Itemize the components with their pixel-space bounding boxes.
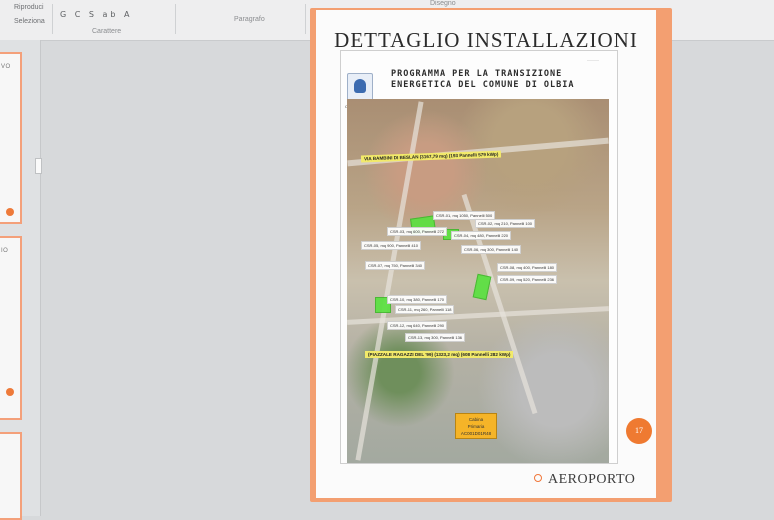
installation-label: CSR-02, mq 210, Pannelli 100 — [475, 219, 536, 228]
cabina-primaria-marker: Cabina Primaria AC001D01R48 — [455, 413, 497, 439]
thumbnail-label: IO — [1, 248, 9, 254]
installation-label: CSR-03, mq 600, Pannelli 272 — [387, 227, 448, 236]
installation-label: CSR-04, mq 480, Pannelli 220 — [451, 231, 512, 240]
thumbnail-label: VO — [1, 64, 11, 70]
aerial-map: VIA BAMBINI DI BESLAN (3167,79 mq) (193 … — [347, 99, 609, 463]
pane-splitter-handle[interactable] — [35, 158, 42, 174]
group-label-carattere: Carattere — [92, 28, 122, 35]
cabina-line2: Primaria — [467, 424, 485, 429]
installation-label: CSR-11, mq 260, Pannelli 118 — [395, 305, 455, 314]
group-label-disegno: Disegno — [430, 0, 456, 7]
footer-label: AEROPORTO — [548, 472, 636, 487]
installation-label: CSR-12, mq 640, Pannelli 290 — [387, 321, 448, 330]
slide-footer: AEROPORTO — [534, 472, 635, 488]
slide-thumbnail[interactable] — [0, 432, 22, 520]
ribbon-separator — [52, 4, 53, 34]
ribbon-separator — [305, 4, 306, 34]
slide-thumbnail[interactable]: IO — [0, 236, 22, 420]
document-reference: ——— — [587, 57, 599, 62]
banner-via-bambini: VIA BAMBINI DI BESLAN (3167,79 mq) (193 … — [360, 150, 502, 163]
ribbon-item-riproduci[interactable]: Riproduci — [14, 4, 44, 11]
slide-thumbnail-pane: VO IO — [0, 40, 42, 520]
thumbnail-page-dot — [6, 208, 14, 216]
bullet-icon — [534, 473, 542, 482]
thumbnail-page-dot — [6, 388, 14, 396]
font-format-buttons[interactable]: G C S ab A — [60, 10, 133, 19]
banner-piazzale-ragazzi: (PIAZZALE RAGAZZI DEL '99) (1323,2 mq) (… — [365, 351, 514, 358]
solar-panel-area — [472, 273, 492, 301]
cabina-line3: AC001D01R48 — [460, 431, 492, 436]
page-number-badge: 17 — [626, 418, 652, 444]
installation-label: CSR-05, mq 900, Pannelli 410 — [361, 241, 422, 250]
group-label-paragrafo: Paragrafo — [234, 16, 265, 23]
ribbon-item-seleziona[interactable]: Seleziona — [14, 18, 45, 25]
slide-thumbnail[interactable]: VO — [0, 52, 22, 224]
installation-label: CSR-07, mq 750, Pannelli 340 — [365, 261, 426, 270]
cabina-line1: Cabina — [468, 417, 484, 422]
installation-label: CSR-06, mq 300, Pannelli 140 — [461, 245, 522, 254]
installation-label: CSR-10, mq 380, Pannelli 170 — [387, 295, 448, 304]
installation-label: CSR-13, mq 300, Pannelli 136 — [405, 333, 466, 342]
slide-canvas[interactable]: DETTAGLIO INSTALLAZIONI ——— Città di Olb… — [316, 10, 656, 498]
program-title: PROGRAMMA PER LA TRANSIZIONE ENERGETICA … — [391, 69, 575, 91]
installation-label: CSR-09, mq 520, Pannelli 236 — [497, 275, 558, 284]
installation-label: CSR-08, mq 400, Pannelli 180 — [497, 263, 558, 272]
ribbon-separator — [175, 4, 176, 34]
installation-document: ——— Città di Olbia PROGRAMMA PER LA TRAN… — [340, 50, 618, 464]
program-title-line2: ENERGETICA DEL COMUNE DI OLBIA — [391, 80, 575, 90]
program-title-line1: PROGRAMMA PER LA TRANSIZIONE — [391, 69, 563, 79]
